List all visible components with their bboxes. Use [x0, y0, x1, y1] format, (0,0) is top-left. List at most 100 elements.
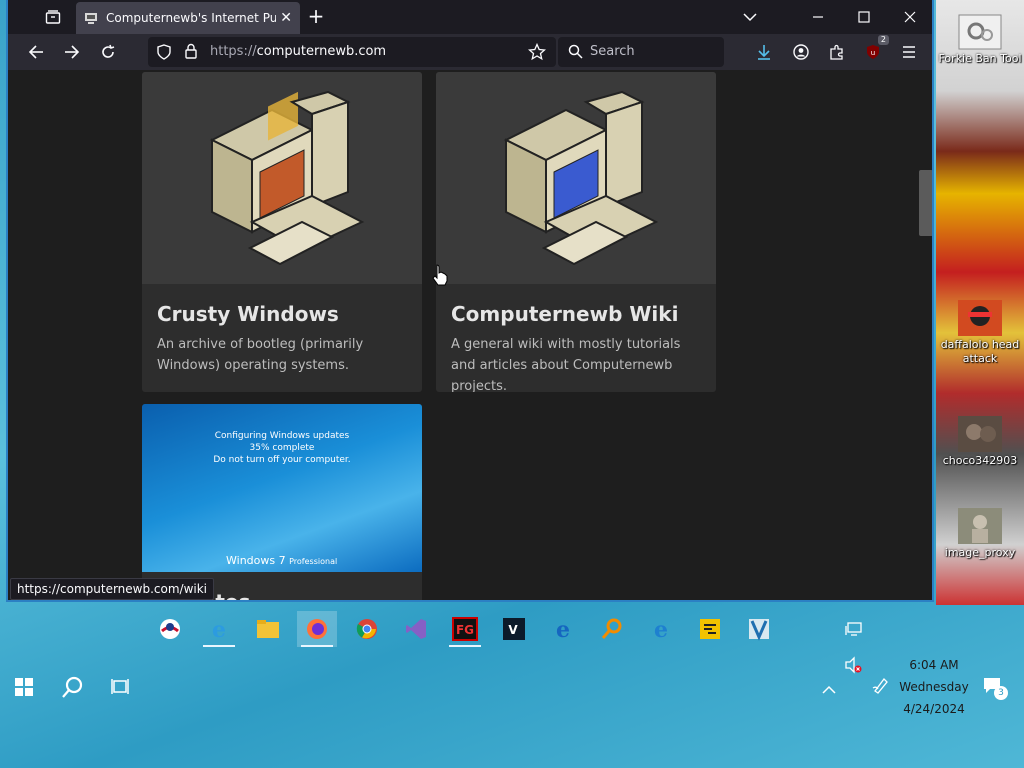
- taskbar-app-chrome[interactable]: [347, 611, 387, 647]
- windows-update-text: Configuring Windows updates 35% complete…: [213, 431, 351, 465]
- clock-day[interactable]: Wednesday: [889, 680, 979, 694]
- desktop-icon-choco[interactable]: choco342903: [938, 416, 1022, 468]
- search-button[interactable]: [61, 675, 85, 703]
- ie-alt-icon: e: [654, 617, 668, 641]
- page-content: Crusty Windows An archive of bootleg (pr…: [8, 70, 932, 600]
- taskbar-app-firefox[interactable]: [297, 611, 337, 647]
- taskbar-app-yellow[interactable]: [690, 611, 730, 647]
- taskbar-app-ie-blue[interactable]: e: [543, 611, 583, 647]
- reload-icon: [102, 44, 115, 58]
- vim-icon: V: [503, 618, 525, 640]
- desktop-icon-daffalolo[interactable]: daffalolo head attack: [938, 300, 1022, 366]
- card-image: [142, 72, 422, 284]
- obama-icon: [160, 619, 180, 639]
- visual-studio-icon: [406, 619, 426, 639]
- search-icon: [62, 676, 83, 698]
- pen-icon: [872, 678, 888, 694]
- close-icon: [904, 11, 916, 23]
- image-thumbnail-icon: [958, 416, 1002, 452]
- ublock-extension-button[interactable]: u 2: [861, 35, 889, 64]
- taskbar-app-visual-studio[interactable]: [396, 611, 436, 647]
- volume-muted-button[interactable]: [844, 656, 862, 678]
- desktop-icon-label: Forkie Ban Tool: [938, 52, 1022, 65]
- card-title: Crusty Windows: [157, 302, 339, 326]
- navigation-toolbar: https://computernewb.com Search u 2: [8, 34, 932, 70]
- taskbar-app-obama[interactable]: [150, 611, 190, 647]
- taskbar-app-vim[interactable]: V: [494, 611, 534, 647]
- desktop-icon-label: daffalolo head attack: [940, 338, 1020, 365]
- desktop-icon: [845, 622, 862, 636]
- tab-list-button[interactable]: [42, 6, 64, 28]
- card-crusty-windows[interactable]: Crusty Windows An archive of bootleg (pr…: [142, 72, 422, 392]
- tab-computernewb[interactable]: Computernewb's Internet Pub Hub ✕: [76, 2, 300, 34]
- reload-button[interactable]: [96, 40, 120, 64]
- forward-button[interactable]: [60, 40, 84, 64]
- taskbar-pinned-apps: e FG V e e: [0, 605, 1024, 648]
- desktop-icon-forkie-ban-tool[interactable]: Forkie Ban Tool: [938, 14, 1022, 66]
- taskbar-app-flashget[interactable]: FG: [445, 611, 485, 647]
- lock-icon[interactable]: [184, 43, 198, 59]
- list-all-tabs-button[interactable]: [736, 5, 764, 29]
- taskbar-show-desktop[interactable]: [834, 611, 874, 647]
- site-favicon-icon: [85, 13, 97, 24]
- extension-badge: 2: [877, 35, 889, 45]
- pen-workspace-button[interactable]: [872, 676, 890, 698]
- new-tab-button[interactable]: +: [304, 5, 328, 29]
- extensions-button[interactable]: [825, 40, 849, 64]
- close-tab-icon[interactable]: ✕: [280, 10, 292, 26]
- image-thumbnail-icon: [958, 300, 1002, 336]
- clock-date[interactable]: 4/24/2024: [889, 702, 979, 716]
- card-updates[interactable]: Configuring Windows updates 35% complete…: [142, 404, 422, 600]
- account-icon: [793, 44, 809, 60]
- clock-time[interactable]: 6:04 AM: [889, 658, 979, 672]
- windows-7-logo-text: Windows 7 Professional: [226, 554, 338, 567]
- magnifier-icon: [601, 618, 622, 639]
- yellow-app-icon: [700, 619, 720, 639]
- scrollbar-thumb[interactable]: [919, 170, 932, 236]
- account-button[interactable]: [789, 40, 813, 64]
- minimize-icon: [813, 16, 823, 18]
- minimize-button[interactable]: [804, 5, 832, 29]
- tab-list-icon: [45, 10, 61, 24]
- vertical-scrollbar[interactable]: [916, 70, 932, 600]
- tab-title: Computernewb's Internet Pub Hub: [106, 11, 276, 25]
- star-bookmark-icon[interactable]: [528, 43, 546, 61]
- close-window-button[interactable]: [896, 5, 924, 29]
- windows-logo-icon: [15, 678, 33, 696]
- taskbar-app-ie-alt[interactable]: e: [641, 611, 681, 647]
- back-button[interactable]: [24, 40, 48, 64]
- start-button[interactable]: [14, 677, 34, 701]
- taskbar: 6:04 AM Wednesday 4/24/2024: [0, 648, 1024, 768]
- hamburger-menu-icon: [903, 46, 915, 58]
- tool-app-icon: [749, 619, 769, 641]
- chevron-down-icon: [743, 13, 757, 22]
- card-computernewb-wiki[interactable]: Computernewb Wiki A general wiki with mo…: [436, 72, 716, 392]
- show-hidden-icons-button[interactable]: [822, 680, 836, 699]
- notification-count-badge: 3: [994, 686, 1008, 700]
- card-image: Configuring Windows updates 35% complete…: [142, 404, 422, 572]
- desktop-icon-label: image_proxy: [944, 546, 1016, 559]
- volume-muted-icon: [845, 656, 862, 674]
- chrome-icon: [356, 619, 377, 639]
- menu-button[interactable]: [897, 40, 921, 64]
- status-link-preview: https://computernewb.com/wiki: [10, 578, 215, 600]
- desktop-icon-label: choco342903: [942, 454, 1018, 467]
- taskbar-app-internet-explorer[interactable]: e: [199, 611, 239, 647]
- search-input[interactable]: Search: [558, 37, 724, 67]
- browser-window: Computernewb's Internet Pub Hub ✕ +: [6, 0, 934, 602]
- puzzle-icon: [830, 44, 843, 60]
- shield-icon[interactable]: [156, 44, 172, 60]
- address-bar[interactable]: https://computernewb.com: [148, 37, 556, 67]
- svg-text:FG: FG: [456, 623, 474, 637]
- retro-computer-icon: [209, 90, 365, 266]
- ie-blue-icon: e: [556, 617, 570, 641]
- maximize-button[interactable]: [850, 5, 878, 29]
- downloads-button[interactable]: [752, 40, 776, 64]
- task-view-button[interactable]: [110, 677, 130, 701]
- search-icon: [568, 44, 583, 59]
- desktop-icon-image-proxy[interactable]: image_proxy: [938, 508, 1022, 560]
- download-icon: [758, 45, 770, 60]
- taskbar-app-magnifier[interactable]: [592, 611, 632, 647]
- taskbar-app-file-explorer[interactable]: [248, 611, 288, 647]
- taskbar-app-tool[interactable]: [739, 611, 779, 647]
